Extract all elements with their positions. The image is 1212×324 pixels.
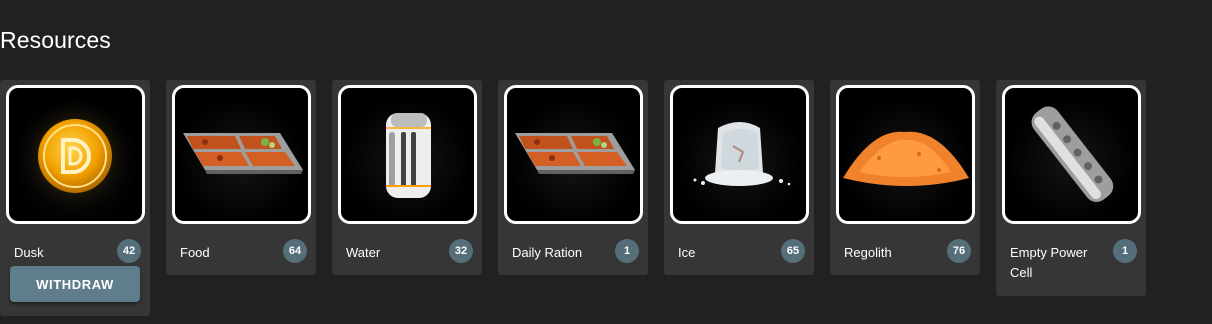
resource-grid: Dusk 42 WITHDRAW Food 64 Water 32 Daily … bbox=[0, 80, 1212, 324]
power-cell-icon bbox=[1031, 106, 1114, 202]
regolith-pile-icon bbox=[843, 131, 969, 186]
resource-thumbnail bbox=[338, 85, 477, 224]
withdraw-button[interactable]: WITHDRAW bbox=[10, 266, 140, 302]
resource-count-badge: 42 bbox=[117, 239, 141, 263]
resource-name: Empty Power Cell bbox=[1010, 245, 1088, 280]
resource-card-food[interactable]: Food 64 bbox=[166, 80, 316, 275]
resource-count-badge: 1 bbox=[1113, 239, 1137, 263]
resource-name: Water bbox=[346, 245, 381, 260]
resource-thumbnail bbox=[836, 85, 975, 224]
food-tray-icon bbox=[183, 133, 303, 174]
resource-name: Dusk bbox=[14, 245, 44, 260]
page-title: Resources bbox=[0, 27, 111, 53]
resource-count-badge: 76 bbox=[947, 239, 971, 263]
resource-name: Regolith bbox=[844, 245, 892, 260]
resource-card-dusk[interactable]: Dusk 42 WITHDRAW bbox=[0, 80, 150, 316]
resource-card-ice[interactable]: Ice 65 bbox=[664, 80, 814, 275]
water-canister-icon bbox=[386, 113, 431, 198]
resource-count-badge: 65 bbox=[781, 239, 805, 263]
resource-card-water[interactable]: Water 32 bbox=[332, 80, 482, 275]
resource-name: Ice bbox=[678, 245, 696, 260]
resource-card-empty-power-cell[interactable]: Empty Power Cell 1 bbox=[996, 80, 1146, 296]
resource-thumbnail bbox=[172, 85, 311, 224]
resource-count-badge: 1 bbox=[615, 239, 639, 263]
resource-card-regolith[interactable]: Regolith 76 bbox=[830, 80, 980, 275]
dusk-coin-icon bbox=[17, 98, 133, 214]
resource-name: Daily Ration bbox=[512, 245, 583, 260]
resource-thumbnail bbox=[1002, 85, 1141, 224]
ration-tray-icon bbox=[515, 133, 635, 174]
resource-name: Food bbox=[180, 245, 210, 260]
resource-thumbnail bbox=[6, 85, 145, 224]
resource-count-badge: 32 bbox=[449, 239, 473, 263]
ice-block-icon bbox=[693, 122, 791, 186]
resource-count-badge: 64 bbox=[283, 239, 307, 263]
resource-thumbnail bbox=[670, 85, 809, 224]
resource-card-daily-ration[interactable]: Daily Ration 1 bbox=[498, 80, 648, 275]
resource-thumbnail bbox=[504, 85, 643, 224]
